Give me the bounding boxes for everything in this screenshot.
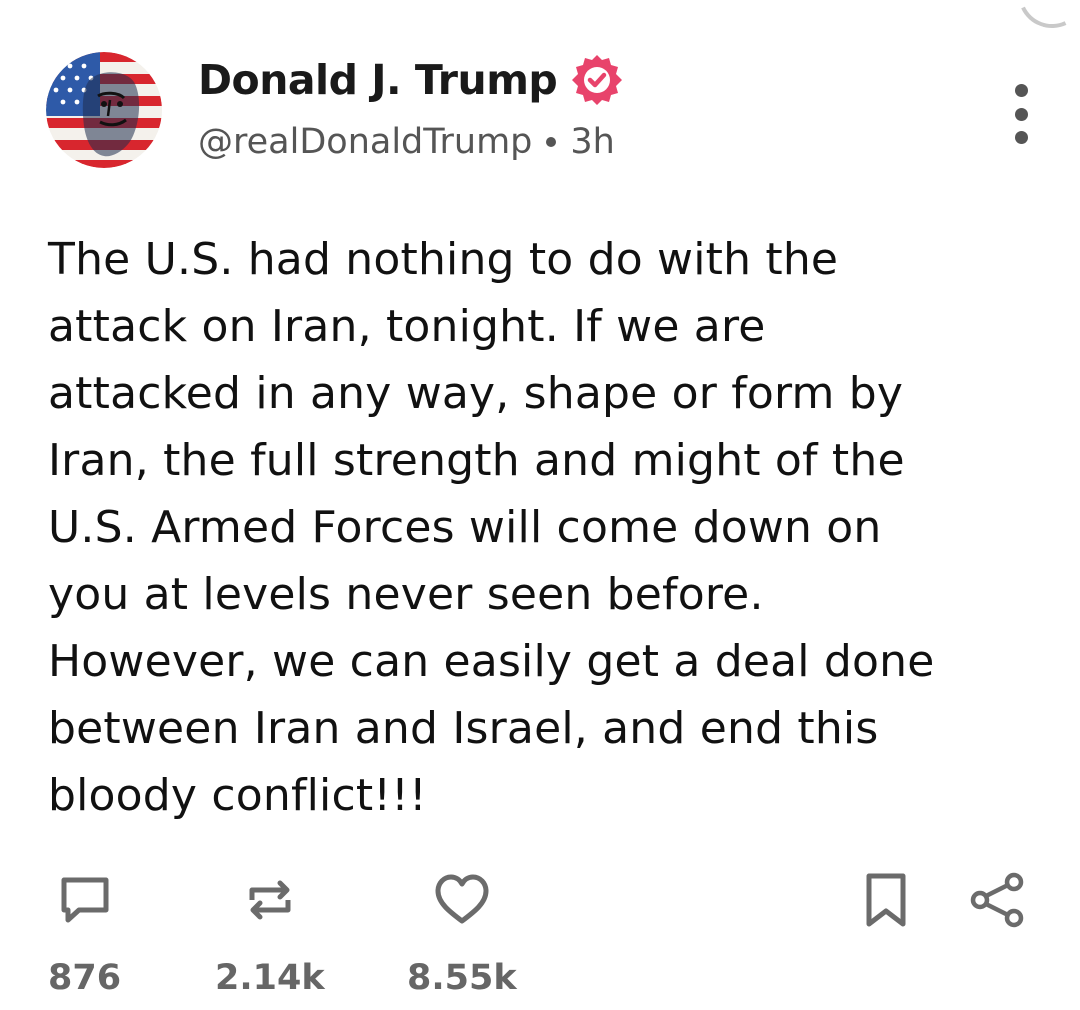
author-display-name[interactable]: Donald J. Trump — [198, 56, 558, 104]
repost-count: 2.14k — [215, 958, 325, 998]
separator-dot — [546, 137, 557, 147]
post-header: Donald J. Trump @realDonaldTrump 3h — [46, 52, 1036, 172]
post-timestamp: 3h — [570, 122, 615, 162]
more-dot — [1014, 131, 1028, 144]
avatar[interactable] — [46, 52, 162, 168]
author-handle[interactable]: @realDonaldTrump — [198, 122, 532, 162]
more-dot — [1014, 107, 1028, 121]
bookmark-icon[interactable] — [858, 870, 914, 930]
like-button[interactable]: 8.55k — [407, 870, 517, 998]
post-body-text: The U.S. had nothing to do with the atta… — [48, 234, 935, 821]
heart-icon — [432, 870, 492, 930]
comment-icon — [55, 870, 115, 930]
like-count: 8.55k — [407, 958, 517, 998]
reply-count: 876 — [48, 958, 122, 998]
avatar-flag-portrait-icon — [46, 52, 162, 168]
author-name-row: Donald J. Trump — [198, 52, 625, 108]
more-dot — [1014, 84, 1028, 97]
post-actions-bar: 876 2.14k 8.55k — [0, 870, 1080, 1000]
scroll-edge-decoration — [1008, 0, 1080, 38]
author-handle-row: @realDonaldTrump 3h — [198, 122, 615, 162]
verified-badge-icon — [569, 52, 625, 108]
repost-icon — [240, 870, 300, 930]
share-icon[interactable] — [966, 870, 1028, 930]
reply-button[interactable]: 876 — [48, 870, 121, 998]
repost-button[interactable]: 2.14k — [215, 870, 325, 998]
more-vertical-icon[interactable] — [1006, 84, 1036, 144]
